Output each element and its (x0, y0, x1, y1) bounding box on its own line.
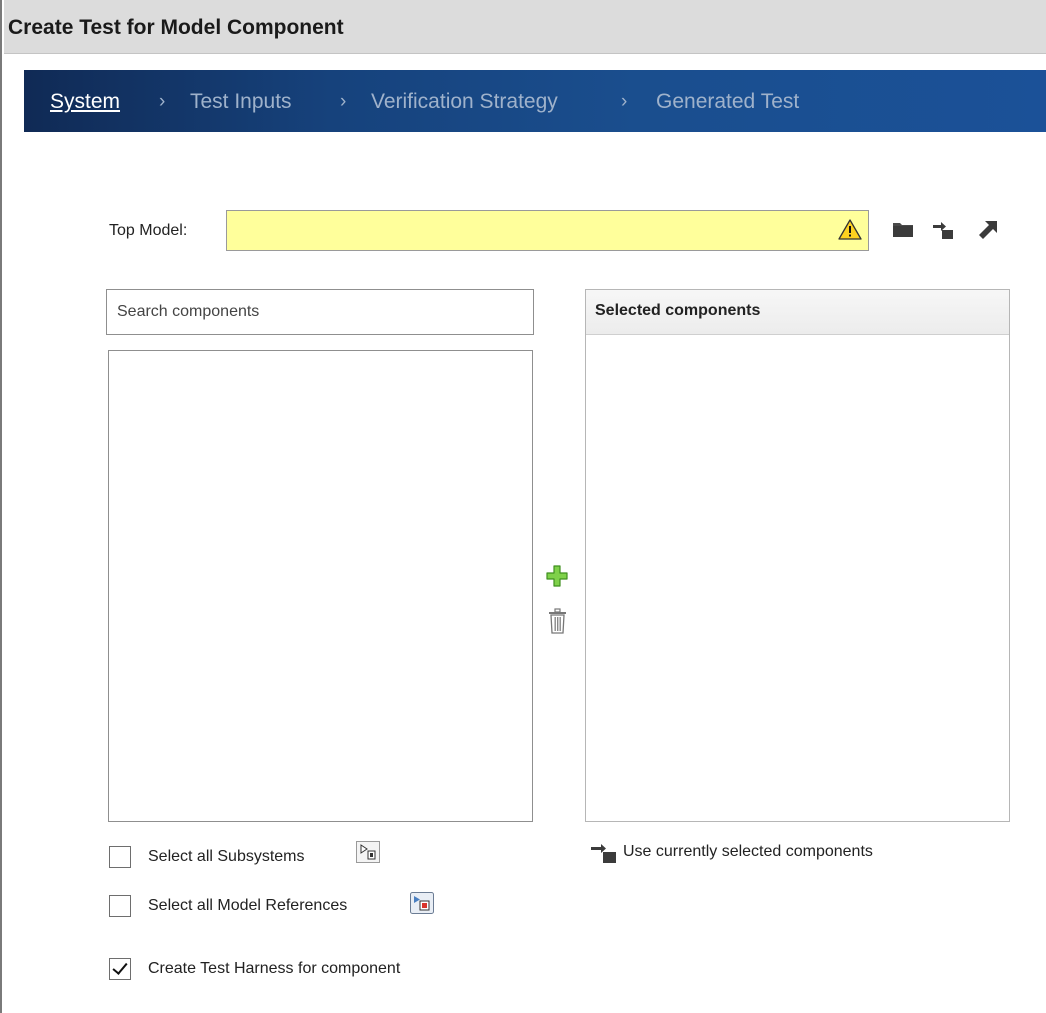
warning-icon (838, 219, 862, 240)
search-components-input[interactable] (106, 289, 534, 335)
delete-icon[interactable] (548, 608, 567, 634)
select-all-model-references-checkbox[interactable] (109, 895, 131, 917)
dialog-window: Create Test for Model Component System ›… (0, 0, 1046, 1013)
add-icon[interactable] (546, 565, 568, 587)
step-verification-strategy[interactable]: Verification Strategy (371, 90, 558, 114)
model-reference-icon (410, 892, 434, 914)
step-generated-test[interactable]: Generated Test (656, 90, 799, 114)
step-test-inputs[interactable]: Test Inputs (190, 90, 292, 114)
open-model-icon[interactable] (977, 218, 999, 240)
step-navigation: System › Test Inputs › Verification Stra… (24, 70, 1046, 132)
use-current-model-icon[interactable] (932, 218, 954, 240)
select-all-subsystems-checkbox[interactable] (109, 846, 131, 868)
step-system[interactable]: System (50, 90, 120, 114)
use-selected-label: Use currently selected components (623, 843, 873, 860)
step-separator: › (159, 91, 166, 112)
create-test-harness-checkbox[interactable] (109, 958, 131, 980)
folder-icon[interactable] (892, 218, 914, 240)
select-all-model-references-label: Select all Model References (148, 897, 348, 914)
step-separator: › (340, 91, 347, 112)
use-selected-icon (591, 844, 616, 863)
subsystem-icon (356, 841, 380, 863)
select-all-subsystems-label: Select all Subsystems (148, 848, 305, 865)
top-model-label: Top Model: (109, 222, 188, 239)
selected-components-panel[interactable]: Selected components (585, 289, 1010, 822)
components-list[interactable] (108, 350, 533, 822)
dialog-title: Create Test for Model Component (8, 16, 344, 39)
step-separator: › (621, 91, 628, 112)
selected-components-header: Selected components (586, 290, 1009, 335)
create-test-harness-label: Create Test Harness for component (148, 960, 401, 977)
title-bar: Create Test for Model Component (4, 0, 1046, 54)
top-model-input[interactable] (226, 210, 869, 251)
